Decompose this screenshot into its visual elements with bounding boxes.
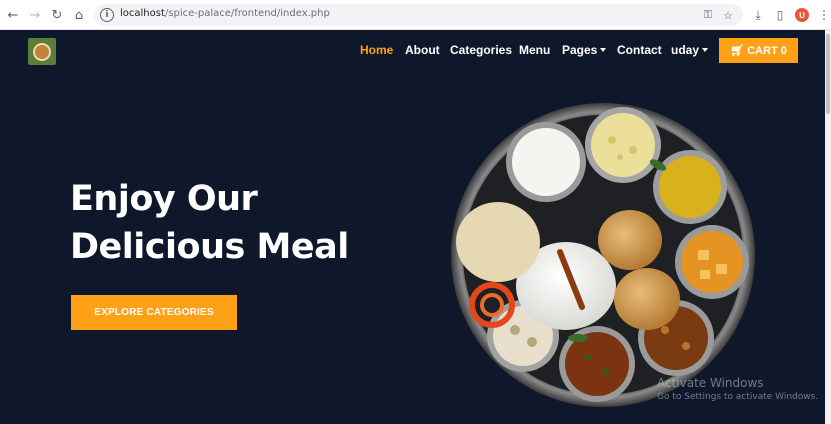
url-text[interactable]: localhost/spice-palace/frontend/index.ph…: [120, 8, 330, 19]
watermark-title: Activate Windows: [657, 376, 764, 390]
thali-plate-image: [451, 103, 755, 407]
chevron-down-icon: [702, 48, 709, 52]
nav-home[interactable]: Home: [360, 43, 393, 57]
nav-pages[interactable]: Pages: [562, 43, 607, 57]
hero-title: Enjoy Our Delicious Meal: [70, 175, 400, 271]
bookmark-star-icon[interactable]: ☆: [720, 7, 736, 23]
puri-2: [614, 268, 680, 330]
password-key-icon[interactable]: ⚿: [700, 7, 716, 23]
hero-title-line-2: Delicious Meal: [70, 227, 349, 267]
nav-user-label: uday: [671, 43, 700, 57]
greens-1: [568, 334, 588, 342]
menu-kebab-icon[interactable]: ⋮: [815, 6, 831, 24]
paneer-curry-bowl: [675, 225, 749, 299]
watermark-subtitle: Go to Settings to activate Windows.: [657, 392, 819, 402]
dal-bowl: [653, 150, 727, 224]
puri-1: [598, 210, 662, 270]
scrollbar-thumb[interactable]: [826, 34, 830, 114]
papad: [456, 202, 540, 282]
site-logo[interactable]: [28, 38, 56, 65]
hero-title-line-1: Enjoy Our: [70, 179, 258, 219]
cart-label: CART 0: [747, 44, 787, 57]
nav-about[interactable]: About: [405, 43, 440, 57]
nav-user[interactable]: uday: [671, 43, 709, 57]
side-panel-icon[interactable]: ▯: [771, 6, 789, 24]
forward-icon[interactable]: →: [26, 6, 44, 24]
address-bar[interactable]: i localhost/spice-palace/frontend/index.…: [94, 4, 743, 26]
profile-avatar[interactable]: U: [795, 8, 809, 22]
page-scrollbar[interactable]: [825, 30, 831, 424]
website-page: Home About Categories Menu Pages Contact…: [0, 30, 825, 424]
nav-contact[interactable]: Contact: [617, 43, 662, 57]
nav-pages-label: Pages: [562, 43, 598, 57]
cart-icon: 🛒︎: [730, 44, 745, 57]
reload-icon[interactable]: ↻: [48, 6, 66, 24]
cart-button[interactable]: 🛒︎ CART 0: [719, 38, 798, 63]
nav-categories[interactable]: Categories: [450, 43, 512, 57]
activate-windows-watermark: Activate Windows Go to Settings to activ…: [657, 376, 818, 402]
home-icon[interactable]: ⌂: [70, 6, 88, 24]
download-icon[interactable]: ⤓: [749, 6, 767, 24]
nav-menu[interactable]: Menu: [519, 43, 550, 57]
site-info-icon[interactable]: i: [100, 8, 114, 22]
browser-toolbar: ← → ↻ ⌂ i localhost/spice-palace/fronten…: [0, 0, 831, 30]
curd-bowl: [506, 122, 586, 202]
chef-logo-icon: [33, 42, 51, 61]
explore-categories-button[interactable]: EXPLORE CATEGORIES: [71, 295, 237, 330]
kheer-bowl: [585, 107, 661, 183]
back-icon[interactable]: ←: [4, 6, 22, 24]
chevron-down-icon: [600, 48, 607, 52]
